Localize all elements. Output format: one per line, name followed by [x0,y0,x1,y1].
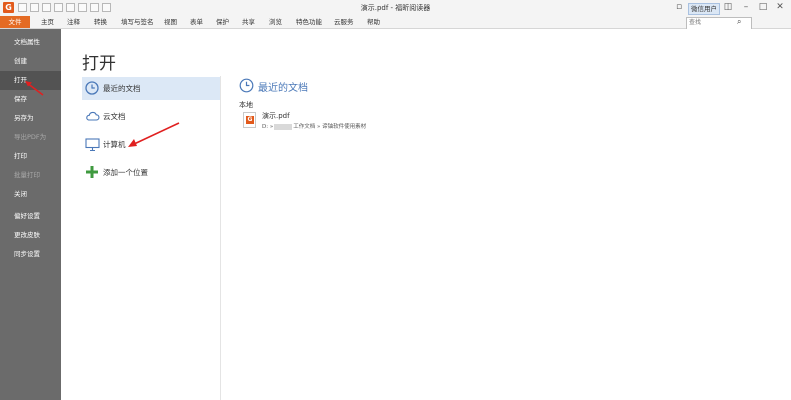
menu-fill-sign[interactable]: 填写与签名 [121,17,154,28]
search-icon[interactable]: ⌕ [737,17,741,27]
file-path-rest: 工作文档 » 谛铀软件使用素材 [293,124,367,130]
menu-comment[interactable]: 注释 [67,17,80,28]
pdf-file-icon[interactable]: G [243,112,256,128]
menu-bar: 文件 主页 注释 转换 填写与签名 视图 表单 保护 共享 浏览 特色功能 云服… [0,16,791,42]
sidebar-item-sync-settings[interactable]: 同步设置 [0,245,61,264]
menu-help[interactable]: 帮助 [367,17,380,28]
location-recent[interactable]: 最近的文档 [82,77,220,100]
redacted-path-segment [274,123,293,130]
panel-divider [220,76,221,400]
recent-group-label: 本地 [239,101,253,109]
sidebar-item-create[interactable]: 创建 [0,52,61,71]
recent-file-path: D: » 工作文档 » 谛铀软件使用素材 [262,122,366,130]
computer-icon [85,138,100,152]
recent-title: 最近的文档 [258,83,308,94]
cloud-icon [86,111,100,121]
plus-icon [86,166,98,178]
sidebar-item-preferences[interactable]: 偏好设置 [0,207,61,226]
menu-browse[interactable]: 浏览 [269,17,282,28]
minimize-button[interactable]: – [740,2,752,13]
menu-share[interactable]: 共享 [242,17,255,28]
annotation-arrow-computer [128,122,180,147]
menu-home[interactable]: 主页 [41,17,54,28]
location-add-label: 添加一个位置 [103,168,148,177]
menu-convert[interactable]: 转换 [94,17,107,28]
recent-file-name[interactable]: 演示.pdf [262,111,290,121]
menu-cloud[interactable]: 云服务 [334,17,354,28]
skin-icon[interactable]: ◫ [722,2,734,13]
location-cloud-label: 云文档 [103,112,126,121]
sidebar-item-close[interactable]: 关闭 [0,185,61,204]
annotation-arrow-open [25,81,44,96]
sidebar-item-properties[interactable]: 文档属性 [0,33,61,52]
sidebar-item-batch-print[interactable]: 批量打印 [0,166,61,185]
location-recent-label: 最近的文档 [103,84,141,93]
restore-button[interactable]: □ [757,2,769,13]
menu-form[interactable]: 表单 [190,17,203,28]
menu-file[interactable]: 文件 [0,16,30,28]
close-button[interactable]: ✕ [774,2,786,13]
recent-clock-icon [239,78,254,93]
menu-protect[interactable]: 保护 [216,17,229,28]
sidebar-item-change-skin[interactable]: 更改皮肤 [0,226,61,245]
sidebar-item-export-pdf[interactable]: 导出PDF为 [0,128,61,147]
clock-icon [85,81,99,95]
sidebar-item-print[interactable]: 打印 [0,147,61,166]
user-account-button[interactable]: 微信用户 [688,3,720,15]
menu-view[interactable]: 视图 [164,17,177,28]
lock-icon[interactable]: ▫ [673,2,685,13]
file-path-drive: D: » [262,124,274,130]
location-computer-label: 计算机 [103,140,126,149]
title-bar: G 演示.pdf - 福昕阅读器 ▫ 微信用户 ◫ – □ ✕ [0,0,791,16]
page-title: 打开 [82,54,116,74]
sidebar-item-save-as[interactable]: 另存为 [0,109,61,128]
location-add[interactable]: 添加一个位置 [82,161,220,184]
menu-features[interactable]: 特色功能 [296,17,322,28]
